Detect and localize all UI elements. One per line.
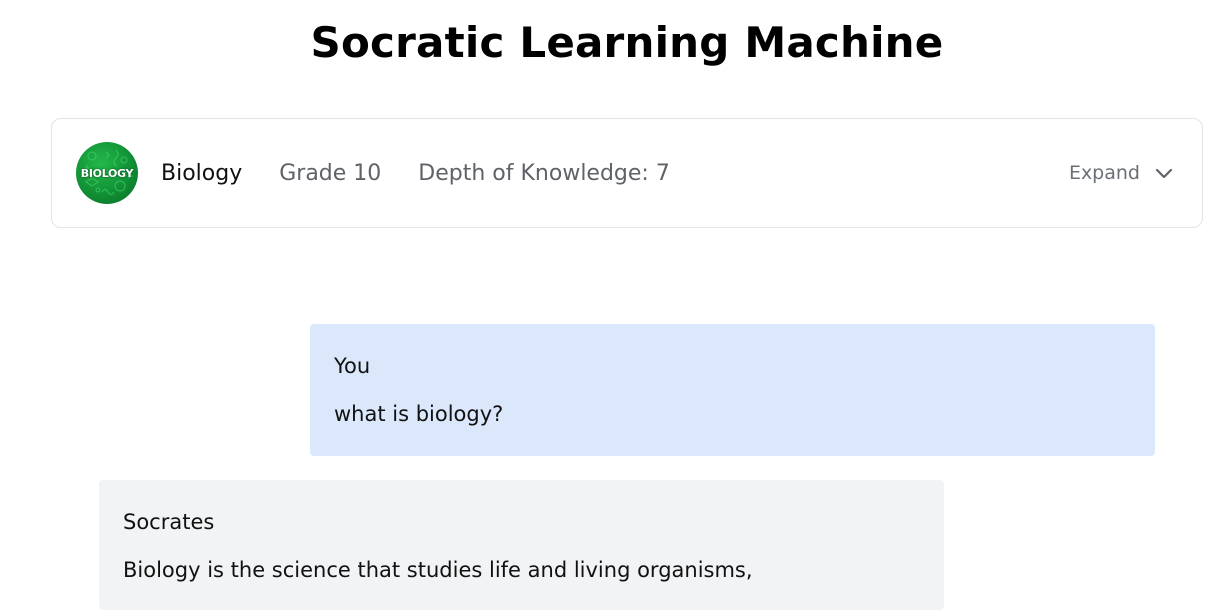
subject-name: Biology <box>161 160 243 186</box>
message-author: Socrates <box>123 510 215 534</box>
biology-logo: BIOLOGY <box>76 142 138 204</box>
expand-label: Expand <box>1068 162 1140 184</box>
subject-info-card: BIOLOGY Biology Grade 10 Depth of Knowle… <box>51 118 1203 228</box>
page-title: Socratic Learning Machine <box>310 18 944 67</box>
message-author: You <box>334 354 371 378</box>
logo-text: BIOLOGY <box>80 166 134 180</box>
expand-button[interactable]: Expand <box>1069 162 1174 184</box>
message-text: what is biology? <box>334 402 504 426</box>
grade-label: Grade 10 <box>279 160 382 186</box>
depth-of-knowledge-label: Depth of Knowledge: 7 <box>418 160 670 186</box>
message-text: Biology is the science that studies life… <box>123 558 753 582</box>
assistant-message: Socrates Biology is the science that stu… <box>99 480 944 610</box>
user-message: You what is biology? <box>310 324 1155 456</box>
chevron-down-icon <box>1154 163 1174 183</box>
